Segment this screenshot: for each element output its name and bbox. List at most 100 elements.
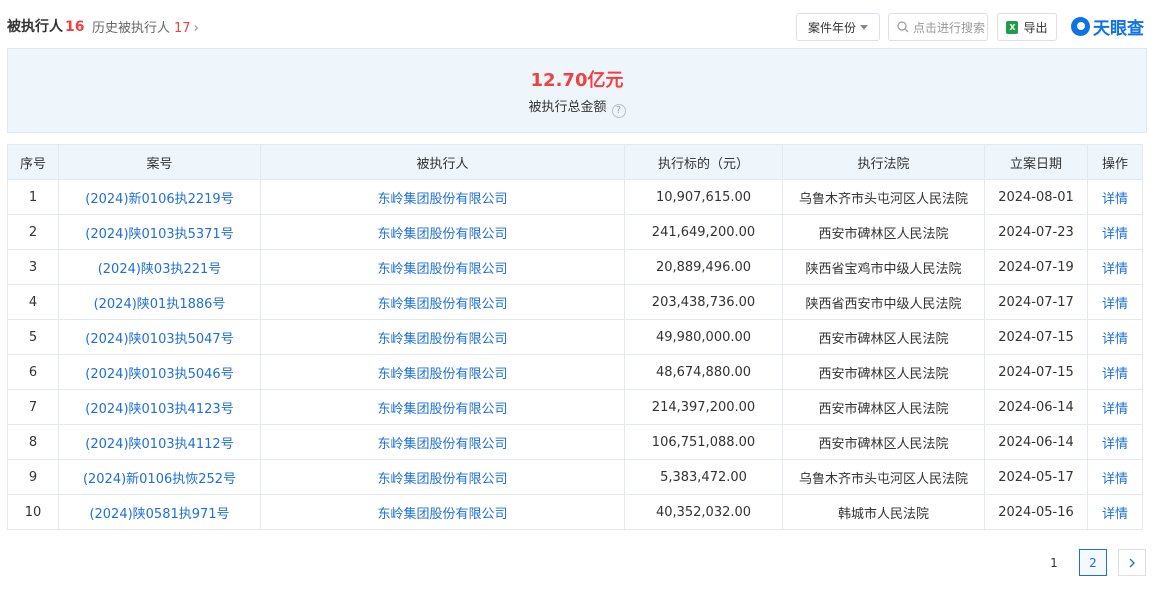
- table-row: 8 (2024)陕0103执4112号 东岭集团股份有限公司 106,751,088.…: [7, 424, 1143, 460]
- col-header-case: 案号: [58, 144, 261, 180]
- cell-executed-party[interactable]: 东岭集团股份有限公司: [260, 284, 625, 320]
- cell-executed-party[interactable]: 东岭集团股份有限公司: [260, 459, 625, 495]
- tab-history-label: 历史被执行人: [92, 21, 171, 36]
- table-row: 10 (2024)陕0581执971号 东岭集团股份有限公司 40,352,032.0…: [7, 494, 1143, 530]
- details-link[interactable]: 详情: [1087, 249, 1143, 285]
- cell-court: 韩城市人民法院: [782, 494, 985, 530]
- cell-amount: 20,889,496.00: [624, 249, 783, 285]
- cell-amount: 40,352,032.00: [624, 494, 783, 530]
- cell-amount: 203,438,736.00: [624, 284, 783, 320]
- cell-court: 陕西省西安市中级人民法院: [782, 284, 985, 320]
- cell-no: 10: [7, 494, 59, 530]
- cell-executed-party[interactable]: 东岭集团股份有限公司: [260, 389, 625, 425]
- chevron-right-icon: ›: [193, 21, 199, 36]
- cell-no: 7: [7, 389, 59, 425]
- tab-executed-persons[interactable]: 被执行人 16: [7, 16, 84, 36]
- cell-no: 6: [7, 354, 59, 390]
- cell-date: 2024-06-14: [984, 389, 1088, 425]
- table-row: 7 (2024)陕0103执4123号 东岭集团股份有限公司 214,397,200.…: [7, 389, 1143, 425]
- cell-no: 3: [7, 249, 59, 285]
- cell-court: 乌鲁木齐市头屯河区人民法院: [782, 179, 985, 215]
- question-circle-icon[interactable]: ?: [611, 104, 626, 118]
- details-link[interactable]: 详情: [1087, 494, 1143, 530]
- details-link[interactable]: 详情: [1087, 179, 1143, 215]
- cell-date: 2024-08-01: [984, 179, 1088, 215]
- cell-case-number[interactable]: (2024)陕0103执5047号: [58, 319, 261, 355]
- next-page-button[interactable]: [1118, 549, 1146, 576]
- execution-table: 序号 案号 被执行人 执行标的（元） 执行法院 立案日期 操作 1 (2024)新…: [7, 144, 1143, 530]
- cell-date: 2024-07-15: [984, 354, 1088, 390]
- details-link[interactable]: 详情: [1087, 354, 1143, 390]
- table-header-row: 序号 案号 被执行人 执行标的（元） 执行法院 立案日期 操作: [7, 144, 1143, 180]
- cell-court: 西安市碑林区人民法院: [782, 389, 985, 425]
- tianyancha-logo[interactable]: 天眼查: [1071, 14, 1144, 39]
- export-label: 导出: [1023, 20, 1048, 35]
- page-2-button[interactable]: 2: [1079, 549, 1107, 576]
- col-header-court: 执行法院: [782, 144, 985, 180]
- table-row: 4 (2024)陕01执1886号 东岭集团股份有限公司 203,438,736.00…: [7, 284, 1143, 320]
- cell-case-number[interactable]: (2024)陕01执1886号: [58, 284, 261, 320]
- search-box[interactable]: 点击进行搜索: [888, 13, 988, 41]
- cell-date: 2024-05-17: [984, 459, 1088, 495]
- cell-court: 西安市碑林区人民法院: [782, 354, 985, 390]
- total-amount-label-row: 被执行总金额?: [8, 96, 1146, 118]
- details-link[interactable]: 详情: [1087, 284, 1143, 320]
- case-year-label: 案件年份: [807, 20, 856, 35]
- logo-text: 天眼查: [1093, 18, 1144, 39]
- cell-executed-party[interactable]: 东岭集团股份有限公司: [260, 214, 625, 250]
- table-row: 6 (2024)陕0103执5046号 东岭集团股份有限公司 48,674,880.0…: [7, 354, 1143, 390]
- cell-court: 西安市碑林区人民法院: [782, 319, 985, 355]
- cell-executed-party[interactable]: 东岭集团股份有限公司: [260, 494, 625, 530]
- details-link[interactable]: 详情: [1087, 389, 1143, 425]
- cell-amount: 10,907,615.00: [624, 179, 783, 215]
- cell-date: 2024-05-16: [984, 494, 1088, 530]
- details-link[interactable]: 详情: [1087, 319, 1143, 355]
- cell-executed-party[interactable]: 东岭集团股份有限公司: [260, 424, 625, 460]
- page-1-button[interactable]: 1: [1040, 549, 1068, 576]
- table-row: 9 (2024)新0106执恢252号 东岭集团股份有限公司 5,383,472.00…: [7, 459, 1143, 495]
- details-link[interactable]: 详情: [1087, 214, 1143, 250]
- cell-court: 西安市碑林区人民法院: [782, 214, 985, 250]
- cell-amount: 49,980,000.00: [624, 319, 783, 355]
- logo-mark-icon: [1071, 16, 1090, 36]
- cell-amount: 241,649,200.00: [624, 214, 783, 250]
- cell-amount: 214,397,200.00: [624, 389, 783, 425]
- cell-court: 乌鲁木齐市头屯河区人民法院: [782, 459, 985, 495]
- cell-case-number[interactable]: (2024)陕0581执971号: [58, 494, 261, 530]
- total-amount: 12.70亿元: [530, 70, 624, 91]
- cell-executed-party[interactable]: 东岭集团股份有限公司: [260, 354, 625, 390]
- tab-executed-persons-count: 16: [65, 19, 85, 35]
- tab-history-count: 17: [174, 21, 191, 36]
- cell-no: 4: [7, 284, 59, 320]
- cell-no: 2: [7, 214, 59, 250]
- cell-case-number[interactable]: (2024)陕0103执5046号: [58, 354, 261, 390]
- cell-case-number[interactable]: (2024)新0106执恢252号: [58, 459, 261, 495]
- cell-date: 2024-06-14: [984, 424, 1088, 460]
- cell-date: 2024-07-19: [984, 249, 1088, 285]
- case-year-dropdown[interactable]: 案件年份: [796, 13, 880, 41]
- cell-amount: 106,751,088.00: [624, 424, 783, 460]
- col-header-amount: 执行标的（元）: [624, 144, 783, 180]
- table-row: 5 (2024)陕0103执5047号 东岭集团股份有限公司 49,980,000.0…: [7, 319, 1143, 355]
- cell-court: 陕西省宝鸡市中级人民法院: [782, 249, 985, 285]
- cell-case-number[interactable]: (2024)陕0103执5371号: [58, 214, 261, 250]
- caret-down-icon: [860, 25, 868, 30]
- cell-executed-party[interactable]: 东岭集团股份有限公司: [260, 179, 625, 215]
- cell-case-number[interactable]: (2024)新0106执2219号: [58, 179, 261, 215]
- cell-case-number[interactable]: (2024)陕03执221号: [58, 249, 261, 285]
- cell-case-number[interactable]: (2024)陕0103执4112号: [58, 424, 261, 460]
- cell-executed-party[interactable]: 东岭集团股份有限公司: [260, 249, 625, 285]
- summary-panel: 12.70亿元 被执行总金额?: [7, 48, 1147, 133]
- cell-executed-party[interactable]: 东岭集团股份有限公司: [260, 319, 625, 355]
- cell-no: 9: [7, 459, 59, 495]
- header-bar: 被执行人 16 历史被执行人 17 › 案件年份 点击进行搜索 X 导出 天眼查: [0, 0, 1154, 50]
- tab-history-executed-persons[interactable]: 历史被执行人 17 ›: [92, 17, 199, 36]
- col-header-party: 被执行人: [260, 144, 625, 180]
- cell-case-number[interactable]: (2024)陕0103执4123号: [58, 389, 261, 425]
- total-amount-label: 被执行总金额: [528, 100, 607, 115]
- export-button[interactable]: X 导出: [997, 13, 1057, 41]
- cell-amount: 5,383,472.00: [624, 459, 783, 495]
- details-link[interactable]: 详情: [1087, 459, 1143, 495]
- details-link[interactable]: 详情: [1087, 424, 1143, 460]
- search-placeholder: 点击进行搜索: [913, 20, 986, 35]
